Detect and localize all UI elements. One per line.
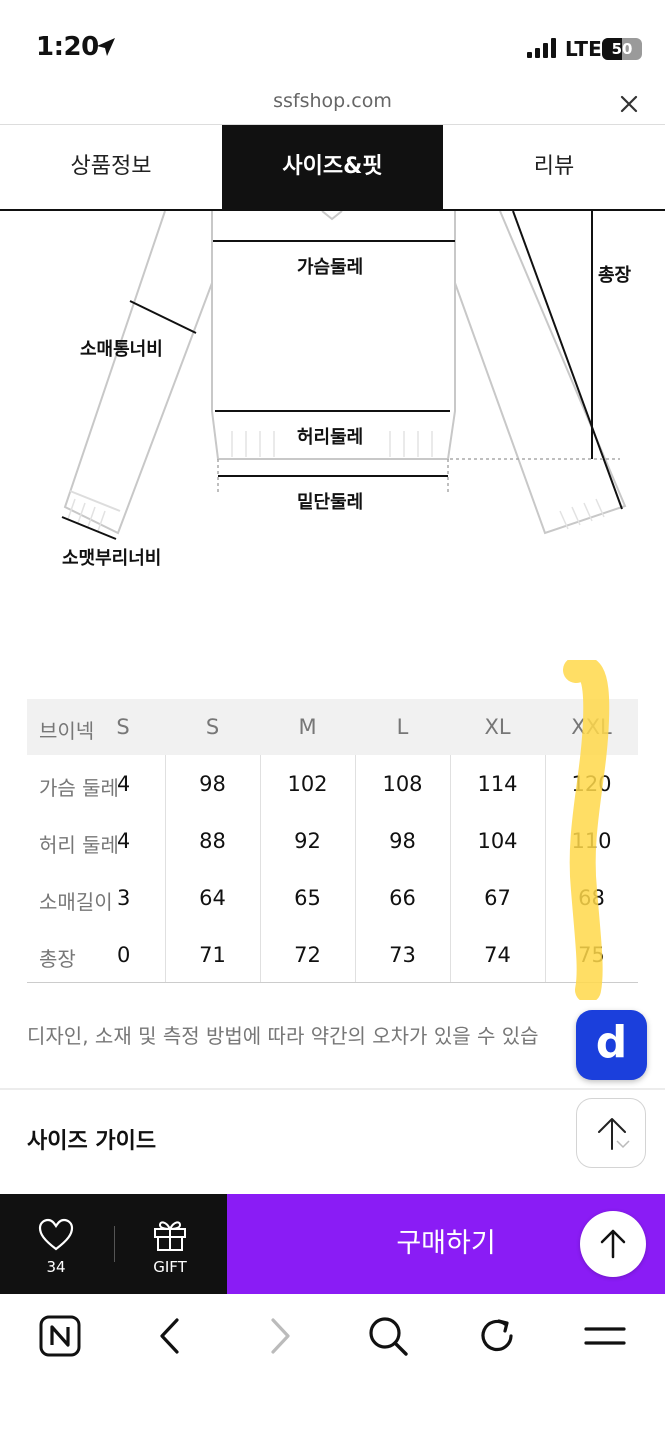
- label-cuff-width: 소맷부리너비: [62, 548, 162, 569]
- table-corner-label: 브이넥: [39, 719, 95, 743]
- table-cell: 98: [389, 829, 416, 853]
- d-badge-button[interactable]: d: [576, 1010, 647, 1080]
- table-cell: 104: [477, 829, 518, 853]
- label-waist: 허리둘레: [297, 427, 364, 448]
- action-left-panel: 34 GIFT: [0, 1194, 227, 1294]
- table-cell: 66: [389, 886, 416, 910]
- highlighter-mark: [563, 660, 610, 1000]
- table-cell: 73: [389, 943, 416, 967]
- table-cell: 65: [294, 886, 321, 910]
- size-guide-title[interactable]: 사이즈 가이드: [27, 1123, 156, 1155]
- browser-toolbar: [0, 1294, 665, 1440]
- table-bottom-border: [27, 982, 638, 983]
- arrow-up-icon: [598, 1118, 630, 1150]
- table-cell: 4: [117, 829, 129, 853]
- tab-product-info[interactable]: 상품정보: [0, 125, 222, 210]
- arrow-up-icon: [600, 1229, 626, 1259]
- location-arrow-icon: [97, 38, 115, 56]
- row-label: 소매길이: [39, 890, 113, 914]
- back-icon[interactable]: [150, 1314, 190, 1358]
- row-label: 총장: [39, 947, 76, 971]
- table-cell: 98: [199, 772, 226, 796]
- table-cell: 114: [477, 772, 518, 796]
- table-cell: 3: [117, 886, 129, 910]
- status-time: 1:20: [36, 32, 99, 62]
- table-cell: 108: [382, 772, 423, 796]
- table-cell: 72: [294, 943, 321, 967]
- status-bar: 1:20 LTE 50: [0, 0, 665, 90]
- scroll-up-button[interactable]: [580, 1211, 646, 1277]
- size-diagram: 가슴둘레 총장 소매통너비 허리둘레 밑단둘레 소맷부리너비: [0, 211, 665, 641]
- scroll-top-button[interactable]: [576, 1098, 646, 1168]
- network-label: LTE: [565, 37, 602, 61]
- table-cell: 64: [199, 886, 226, 910]
- refresh-icon[interactable]: [475, 1314, 519, 1358]
- table-cell: 102: [287, 772, 328, 796]
- size-header: S: [116, 715, 130, 739]
- table-cell: 88: [199, 829, 226, 853]
- table-header: 브이넥 S S M L XL XXL: [27, 699, 638, 755]
- tab-size-fit[interactable]: 사이즈&핏: [222, 125, 443, 210]
- action-separator: [114, 1226, 115, 1262]
- label-sleeve-width: 소매통너비: [80, 339, 163, 360]
- signal-icon: [527, 38, 556, 58]
- table-cell: 71: [199, 943, 226, 967]
- label-chest: 가슴둘레: [297, 257, 364, 278]
- table-cell: 67: [484, 886, 511, 910]
- gift-label: GIFT: [153, 1258, 187, 1276]
- table-cell: 74: [484, 943, 511, 967]
- purchase-bar: 34 GIFT 구매하기: [0, 1194, 665, 1294]
- tab-bar: 상품정보 사이즈&핏 리뷰: [0, 124, 665, 211]
- url-text[interactable]: ssfshop.com: [0, 90, 665, 112]
- forward-icon[interactable]: [260, 1314, 300, 1358]
- label-hem: 밑단둘레: [297, 492, 364, 513]
- section-divider: [0, 1088, 665, 1090]
- battery-icon: 50: [602, 38, 642, 60]
- url-bar[interactable]: ssfshop.com: [0, 84, 665, 124]
- battery-label: 50: [611, 40, 633, 58]
- table-cell: 0: [117, 943, 129, 967]
- menu-icon[interactable]: [582, 1314, 628, 1358]
- row-label: 가슴 둘레: [39, 776, 119, 800]
- gift-icon[interactable]: [152, 1218, 188, 1252]
- size-header: M: [298, 715, 317, 739]
- size-header: XL: [484, 715, 511, 739]
- heart-icon[interactable]: [38, 1218, 74, 1252]
- table-cell: 92: [294, 829, 321, 853]
- row-label: 허리 둘레: [39, 833, 119, 857]
- size-header: S: [205, 715, 220, 739]
- measurement-disclaimer: 디자인, 소재 및 측정 방법에 따라 약간의 오차가 있을 수 있습: [27, 1024, 539, 1048]
- close-icon[interactable]: [617, 92, 641, 116]
- search-icon[interactable]: [366, 1314, 410, 1358]
- like-count: 34: [46, 1258, 66, 1276]
- naver-icon[interactable]: [38, 1314, 82, 1358]
- tab-reviews[interactable]: 리뷰: [443, 125, 665, 210]
- label-total-length: 총장: [598, 265, 632, 286]
- table-cell: 4: [117, 772, 129, 796]
- size-header: L: [396, 715, 409, 739]
